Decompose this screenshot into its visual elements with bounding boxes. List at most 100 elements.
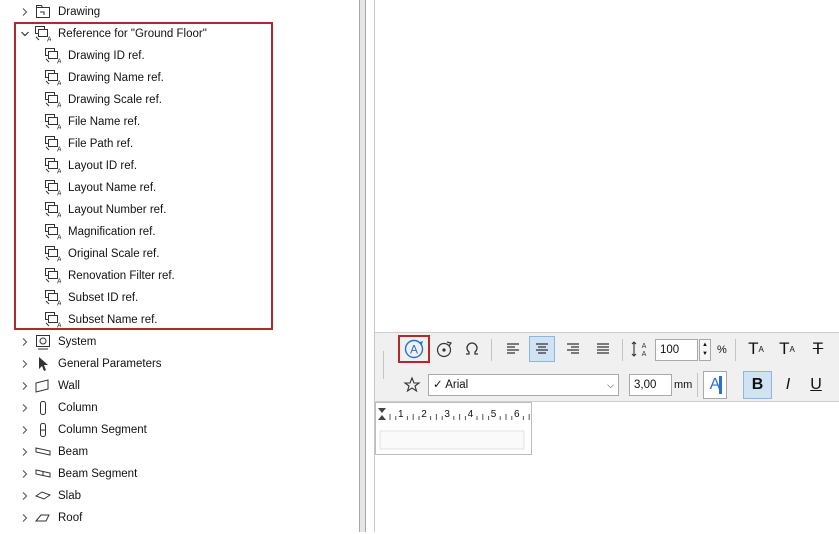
tree-item-reference[interactable]: A Layout Name ref.: [0, 177, 359, 199]
tree-group-reference[interactable]: A Reference for "Ground Floor": [0, 23, 359, 45]
ruler-tick-label: 4: [467, 409, 474, 421]
italic-button[interactable]: I: [775, 371, 801, 399]
tree-item-label: Beam Segment: [58, 468, 138, 480]
svg-text:A: A: [410, 343, 418, 357]
tree-item-reference[interactable]: A Layout Number ref.: [0, 199, 359, 221]
subscript-mark: A: [789, 344, 795, 354]
align-left-button[interactable]: [500, 336, 526, 362]
tree-item[interactable]: Column: [0, 397, 359, 419]
justify-button[interactable]: [590, 336, 616, 362]
tree-item[interactable]: General Parameters: [0, 353, 359, 375]
tree-item-label: Reference for "Ground Floor": [58, 28, 207, 40]
reference-autotext-icon: A: [45, 48, 62, 66]
reference-autotext-icon: A: [45, 202, 62, 220]
collapse-toggle[interactable]: [20, 419, 30, 441]
strikethrough-button[interactable]: T: [805, 336, 831, 362]
svg-text:A: A: [57, 147, 61, 153]
line-spacing-input[interactable]: 100: [655, 339, 698, 361]
tree-item[interactable]: Wall: [0, 375, 359, 397]
rotate-text-button[interactable]: [431, 336, 457, 362]
panel-margin: [366, 0, 375, 532]
tree-item[interactable]: Roof: [0, 507, 359, 529]
tree-item[interactable]: Column Segment: [0, 419, 359, 441]
underline-button[interactable]: U: [803, 371, 829, 399]
tree-item-reference[interactable]: A Drawing Name ref.: [0, 67, 359, 89]
collapse-toggle[interactable]: [20, 507, 30, 529]
superscript-button[interactable]: TA: [743, 336, 769, 362]
align-center-button[interactable]: [529, 336, 555, 362]
tree-item-reference[interactable]: A Subset Name ref.: [0, 309, 359, 331]
text-color-button[interactable]: A: [703, 371, 727, 399]
tree-item-reference[interactable]: A Layout ID ref.: [0, 155, 359, 177]
reference-autotext-icon: A: [45, 224, 62, 242]
tree-item-reference[interactable]: A Original Scale ref.: [0, 243, 359, 265]
reference-autotext-icon: A: [45, 70, 62, 88]
special-character-button[interactable]: [459, 336, 485, 362]
tab-ruler[interactable]: 1 2 3 4 5 6: [375, 402, 532, 455]
tree-item-reference[interactable]: A Subset ID ref.: [0, 287, 359, 309]
line-spacing-icon: A A: [627, 336, 653, 362]
svg-text:A: A: [57, 81, 61, 87]
tree-item-label: Drawing: [58, 6, 101, 18]
tree-item-reference[interactable]: A Magnification ref.: [0, 221, 359, 243]
tree-item-label: Renovation Filter ref.: [68, 270, 175, 282]
expand-toggle[interactable]: [20, 23, 30, 45]
collapse-toggle[interactable]: [20, 331, 30, 353]
chevron-right-icon: [22, 8, 28, 16]
tree-item[interactable]: Beam: [0, 441, 359, 463]
tree-item-reference[interactable]: A Drawing Scale ref.: [0, 89, 359, 111]
collapse-toggle[interactable]: [20, 397, 30, 419]
separator: [697, 373, 698, 397]
collapse-toggle[interactable]: [20, 375, 30, 397]
panel-splitter[interactable]: [359, 0, 366, 532]
stepper-down-icon[interactable]: ▼: [702, 351, 708, 358]
tree-item-reference[interactable]: A Renovation Filter ref.: [0, 265, 359, 287]
collapse-toggle[interactable]: [20, 485, 30, 507]
tree-item-label: General Parameters: [58, 358, 162, 370]
color-bar: [719, 376, 722, 394]
stepper-up-icon[interactable]: ▲: [702, 342, 708, 349]
tree-item-reference[interactable]: A File Path ref.: [0, 133, 359, 155]
rotate-text-icon: [436, 341, 452, 358]
favorites-button[interactable]: [399, 372, 425, 398]
tree-item-reference[interactable]: A File Name ref.: [0, 111, 359, 133]
tree-item-label: Roof: [58, 512, 83, 524]
svg-text:A: A: [57, 213, 61, 219]
collapse-toggle[interactable]: [20, 463, 30, 485]
drawing-icon: [35, 4, 51, 20]
tree-item[interactable]: System: [0, 331, 359, 353]
autotext-button[interactable]: A: [398, 335, 430, 363]
align-center-icon: [536, 343, 548, 354]
svg-text:A: A: [57, 169, 61, 175]
tree-item-reference[interactable]: A Drawing ID ref.: [0, 45, 359, 67]
tree-item[interactable]: Drawing: [0, 1, 359, 23]
chevron-right-icon: [22, 492, 28, 500]
content-tree-panel: Drawing A Reference for "Ground Floor" A Dra…: [0, 0, 359, 532]
omega-icon: [466, 342, 478, 355]
tree-item-label: Subset Name ref.: [68, 314, 158, 326]
reference-autotext-icon: A: [35, 26, 52, 44]
collapse-toggle[interactable]: [20, 441, 30, 463]
tree-item-label: System: [58, 336, 97, 348]
svg-text:A: A: [57, 191, 61, 197]
tree-item[interactable]: Beam Segment: [0, 463, 359, 485]
align-right-button[interactable]: [560, 336, 586, 362]
font-select[interactable]: ✓ Arial ⌵: [428, 374, 619, 396]
subscript-button[interactable]: TA: [774, 336, 800, 362]
tree-item-label: File Name ref.: [68, 116, 141, 128]
tree-item[interactable]: Slab: [0, 485, 359, 507]
beam-icon: [35, 444, 51, 460]
indent-marker-icon[interactable]: [378, 408, 386, 420]
ruler-tick-label: 2: [421, 409, 427, 421]
bold-button[interactable]: B: [743, 371, 772, 399]
collapse-toggle[interactable]: [20, 1, 30, 23]
tree-item-label: Slab: [58, 490, 82, 502]
chevron-down-icon[interactable]: ⌵: [607, 375, 614, 395]
reference-autotext-icon: A: [45, 180, 62, 198]
line-spacing-stepper[interactable]: ▲ ▼: [699, 339, 711, 361]
align-right-icon: [567, 343, 579, 354]
separator: [491, 339, 492, 361]
tree-item-label: Original Scale ref.: [68, 248, 160, 260]
collapse-toggle[interactable]: [20, 353, 30, 375]
font-size-input[interactable]: 3,00: [629, 374, 672, 396]
